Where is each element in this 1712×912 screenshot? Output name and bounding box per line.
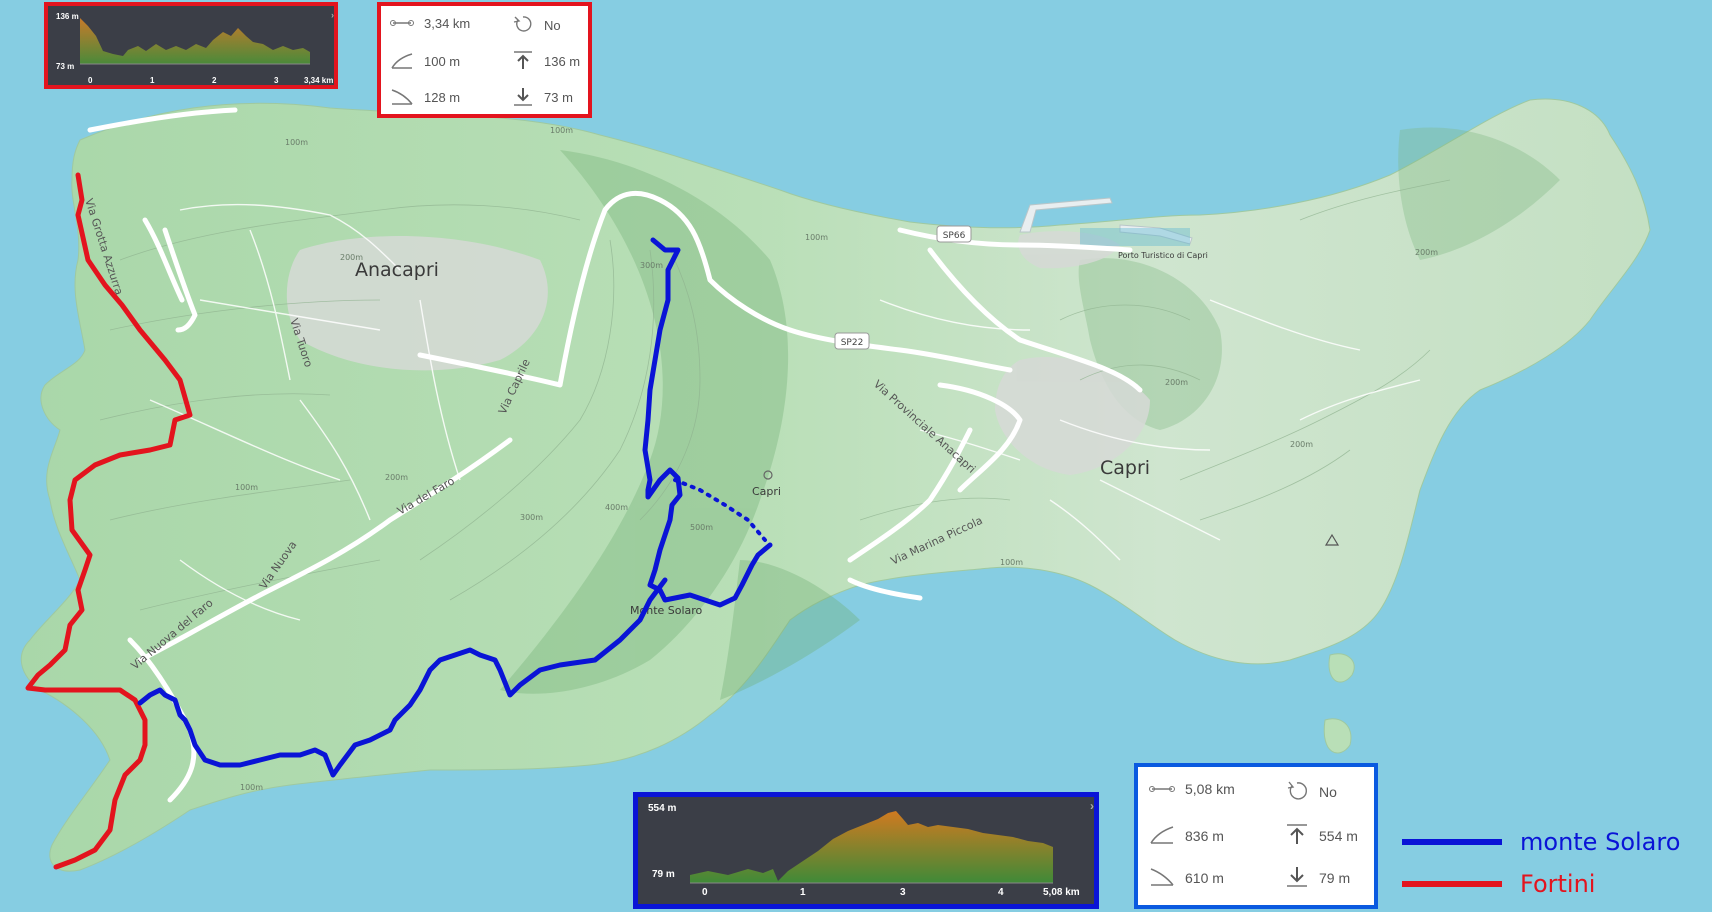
legend-label: Fortini [1520,870,1596,898]
profile-tick: 1 [150,76,155,85]
place-label-porto: Porto Turistico di Capri [1118,251,1208,260]
elevation-profile-monte-solaro: 554 m 79 m 0 1 3 4 5,08 km › [633,792,1099,909]
profile-max-label: 554 m [648,803,677,814]
distance-icon [1149,781,1175,797]
stats-panel-monte-solaro: 5,08 km No 836 m 554 m 610 m 79 m [1134,763,1378,909]
stat-max-elevation: 136 m [544,54,581,69]
contour-label: 200m [1165,378,1188,387]
contour-label: 100m [235,483,258,492]
contour-label: 100m [240,783,263,792]
contour-label: 100m [805,233,828,242]
profile-tick: 1 [800,887,806,898]
svg-text:SP66: SP66 [943,231,966,241]
min-elevation-icon [512,86,534,109]
profile-min-label: 79 m [652,869,675,880]
legend-label: monte Solaro [1520,828,1681,856]
elevation-profile-fortini-chart [80,18,310,65]
chevron-right-icon[interactable]: › [331,10,334,20]
profile-tick: 4 [998,887,1004,898]
profile-tick: 5,08 km [1043,887,1080,898]
stat-loop: No [1319,783,1337,800]
stat-descent: 610 m [1185,869,1224,886]
profile-tick: 3 [900,887,906,898]
profile-tick: 3,34 km [304,76,334,85]
contour-label: 100m [1000,558,1023,567]
stat-min-elevation: 79 m [1319,869,1351,886]
stat-ascent: 836 m [1185,827,1224,844]
elevation-profile-fortini: 136 m 73 m 0 1 2 3 3,34 km › [44,2,338,89]
loop-icon [512,14,534,37]
profile-max-label: 136 m [56,12,79,21]
road-shield-sp22: SP22 [834,332,870,350]
stat-loop: No [544,18,561,33]
stat-max-elevation: 554 m [1319,827,1358,844]
max-elevation-icon [512,50,534,73]
contour-label: 300m [640,261,663,270]
descent-icon [1149,865,1175,890]
max-elevation-icon [1285,823,1309,848]
contour-label: 200m [340,253,363,262]
contour-label: 200m [1415,248,1438,257]
stats-panel-fortini: 3,34 km No 100 m 136 m 128 m 73 m [377,2,592,118]
ascent-icon [390,50,414,73]
contour-label: 500m [690,523,713,532]
ascent-icon [1149,823,1175,848]
contour-label: 300m [520,513,543,522]
legend-item-monte-solaro: monte Solaro [1402,828,1680,856]
road-shield-sp66: SP66 [936,225,972,243]
peak-label-capri: Capri [752,485,781,498]
chevron-right-icon[interactable]: › [1090,799,1094,813]
distance-icon [390,16,414,31]
profile-tick: 0 [88,76,93,85]
contour-label: 100m [285,138,308,147]
descent-icon [390,86,414,109]
stat-min-elevation: 73 m [544,90,573,105]
contour-label: 200m [385,473,408,482]
profile-min-label: 73 m [56,62,75,71]
profile-tick: 0 [702,887,708,898]
svg-text:SP22: SP22 [841,338,864,348]
profile-tick: 2 [212,76,217,85]
loop-icon [1285,779,1309,804]
island-map[interactable]: Anacapri Capri Capri Monte Solaro Porto … [0,0,1712,912]
min-elevation-icon [1285,865,1309,890]
stat-ascent: 100 m [424,54,461,69]
contour-label: 400m [605,503,628,512]
profile-tick: 3 [274,76,279,85]
place-label-anacapri: Anacapri [355,259,439,281]
legend-item-fortini: Fortini [1402,870,1595,898]
legend-swatch-red [1402,881,1502,887]
stat-distance: 3,34 km [424,16,471,31]
stat-distance: 5,08 km [1185,781,1235,797]
legend-swatch-blue [1402,839,1502,845]
place-label-capri-town: Capri [1100,457,1150,479]
contour-label: 100m [550,126,573,135]
contour-label: 200m [1290,440,1313,449]
stat-descent: 128 m [424,90,461,105]
